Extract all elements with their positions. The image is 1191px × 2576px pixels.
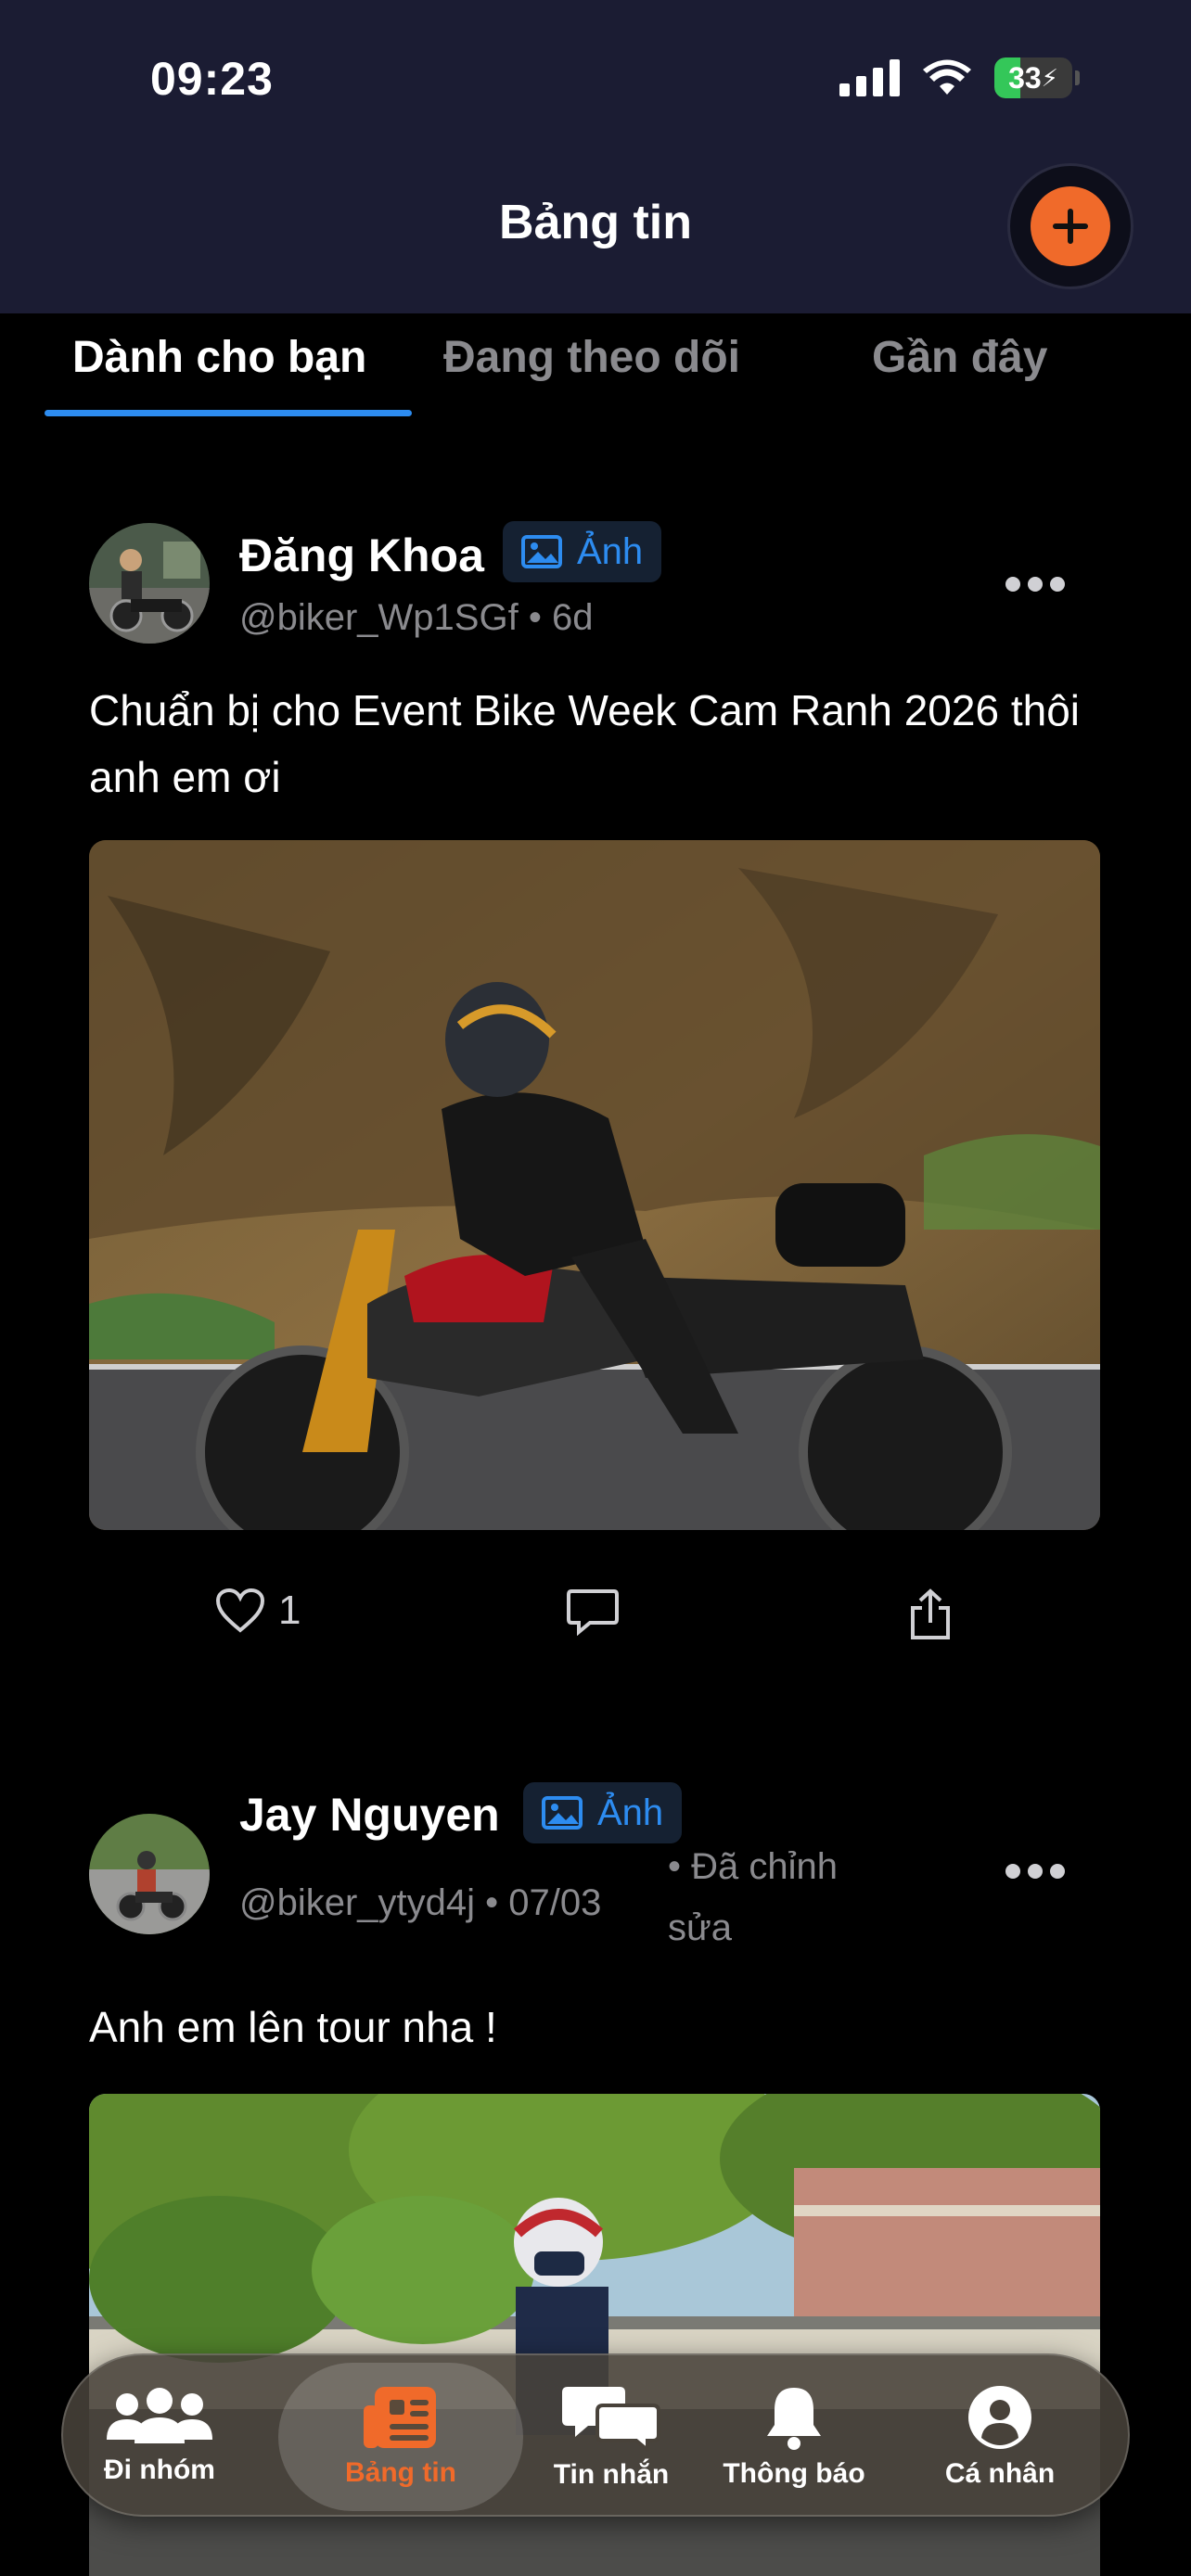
media-type-badge: Ảnh xyxy=(523,1782,683,1843)
edited-label: • Đã chỉnh sửa xyxy=(668,1846,838,1948)
profile-icon xyxy=(968,2386,1031,2449)
feed-icon xyxy=(364,2387,436,2448)
nav-feed[interactable]: Bảng tin xyxy=(278,2363,523,2511)
app-header: 09:23 33 ⚡ Bảng tin xyxy=(0,0,1191,313)
status-time: 09:23 xyxy=(150,53,274,105)
plus-icon xyxy=(1031,186,1110,266)
post-meta: @biker_Wp1SGf • 6d xyxy=(239,597,594,638)
nav-notifications[interactable]: Thông báo xyxy=(712,2355,876,2519)
nav-profile[interactable]: Cá nhân xyxy=(916,2355,1083,2519)
nav-label: Thông báo xyxy=(723,2458,865,2489)
post-image[interactable] xyxy=(89,840,1100,1530)
media-type-badge: Ảnh xyxy=(503,521,662,582)
like-button[interactable]: 1 xyxy=(215,1588,301,1634)
media-type-label: Ảnh xyxy=(597,1792,664,1833)
image-icon xyxy=(542,1796,583,1830)
nav-label: Tin nhắn xyxy=(553,2459,670,2490)
more-options-button[interactable] xyxy=(1005,577,1065,592)
bottom-tab-bar: Đi nhóm Bảng tin Tin nhắn Thông báo Cá n… xyxy=(61,2353,1130,2517)
avatar[interactable] xyxy=(89,523,210,644)
post-text: Anh em lên tour nha ! xyxy=(89,2003,497,2051)
cellular-signal-icon xyxy=(839,59,900,96)
battery-level: 33 xyxy=(1008,60,1042,95)
tab-following[interactable]: Đang theo dõi xyxy=(443,332,740,383)
active-tab-indicator xyxy=(45,410,412,416)
image-icon xyxy=(521,535,562,568)
comment-icon xyxy=(567,1589,619,1636)
nav-messages[interactable]: Tin nhắn xyxy=(532,2355,690,2519)
feed-tabs: Dành cho bạn Đang theo dõi Gần đây xyxy=(0,313,1191,425)
nav-label: Đi nhóm xyxy=(104,2455,215,2485)
post-text: Chuẩn bị cho Event Bike Week Cam Ranh 20… xyxy=(89,686,1080,801)
share-button[interactable] xyxy=(907,1588,954,1641)
group-icon xyxy=(107,2388,212,2443)
like-count: 1 xyxy=(278,1588,301,1633)
tab-for-you[interactable]: Dành cho bạn xyxy=(72,332,366,383)
comment-button[interactable] xyxy=(566,1588,620,1636)
battery-icon: 33 ⚡ xyxy=(994,57,1080,98)
post-card: Đăng Khoa Ảnh @biker_Wp1SGf • 6d Chuẩn b… xyxy=(0,519,1191,1639)
wifi-icon xyxy=(922,59,972,96)
tab-recent[interactable]: Gần đây xyxy=(872,332,1047,383)
post-actions: 1 xyxy=(0,1588,1191,1662)
media-type-label: Ảnh xyxy=(577,530,644,572)
nav-label: Bảng tin xyxy=(345,2457,456,2488)
author-name[interactable]: Jay Nguyen xyxy=(239,1788,500,1842)
nav-groups[interactable]: Đi nhóm xyxy=(82,2355,237,2519)
chat-icon xyxy=(562,2387,660,2452)
create-post-button[interactable] xyxy=(1007,163,1133,289)
edited-text: Đã chỉnh sửa xyxy=(668,1846,838,1948)
status-icons: 33 ⚡ xyxy=(839,57,1080,98)
post-time: 07/03 xyxy=(508,1882,602,1923)
post-time: 6d xyxy=(551,597,594,638)
bell-icon xyxy=(767,2388,821,2450)
nav-label: Cá nhân xyxy=(944,2458,1056,2489)
post-meta: @biker_ytyd4j • 07/03 xyxy=(239,1882,602,1923)
heart-icon xyxy=(215,1588,265,1633)
share-icon xyxy=(911,1588,950,1639)
avatar[interactable] xyxy=(89,1814,210,1934)
author-handle: @biker_ytyd4j xyxy=(239,1882,476,1923)
more-options-button[interactable] xyxy=(1005,1864,1065,1879)
author-handle: @biker_Wp1SGf xyxy=(239,597,519,638)
author-name[interactable]: Đăng Khoa xyxy=(239,529,484,582)
